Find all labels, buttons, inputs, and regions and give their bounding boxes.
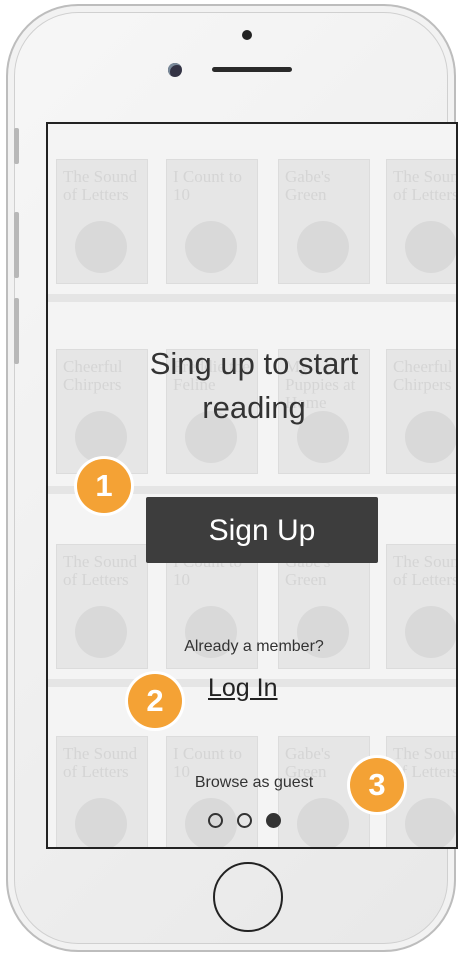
sign-up-button[interactable]: Sign Up — [146, 497, 378, 563]
page-dot[interactable] — [237, 813, 252, 828]
page-indicator — [208, 813, 281, 828]
log-in-link[interactable]: Log In — [208, 674, 278, 703]
book-cover: The Sound of Letters — [386, 159, 456, 284]
headline-line-2: reading — [202, 390, 306, 425]
volume-down-button — [14, 298, 19, 364]
page-dot-active[interactable] — [266, 813, 281, 828]
book-cover: I Count to 10 — [166, 159, 258, 284]
book-cover: I Count to 10 — [166, 736, 258, 847]
mute-switch — [14, 128, 19, 164]
app-screen: The Sound of Letters I Count to 10 Gabe'… — [46, 122, 458, 849]
already-member-label: Already a member? — [184, 638, 324, 655]
page-dot[interactable] — [208, 813, 223, 828]
headline-line-1: Sing up to start — [149, 346, 359, 381]
book-cover: The Sound of Letters — [56, 736, 148, 847]
earpiece-speaker — [212, 67, 292, 72]
proximity-sensor — [242, 30, 252, 40]
step-badge-1: 1 — [77, 459, 131, 513]
shelf-divider — [48, 294, 456, 302]
front-camera — [168, 63, 182, 77]
volume-up-button — [14, 212, 19, 278]
book-cover: The Sound of Letters — [56, 159, 148, 284]
page-title: Sing up to start reading — [48, 342, 456, 430]
book-cover: Gabe's Green — [278, 159, 370, 284]
step-badge-3: 3 — [350, 758, 404, 812]
home-button[interactable] — [213, 862, 283, 932]
step-badge-2: 2 — [128, 674, 182, 728]
